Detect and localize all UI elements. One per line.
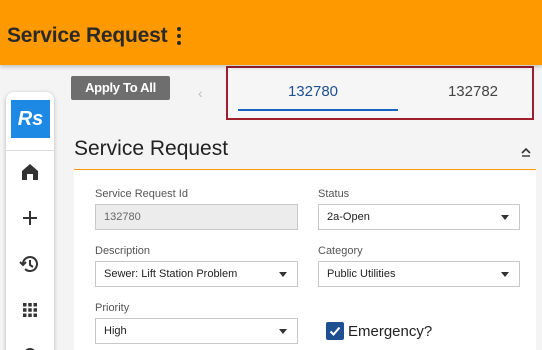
sr-id-field: 132780	[95, 204, 298, 230]
category-select[interactable]: Public Utilities	[318, 261, 520, 287]
emergency-checkbox[interactable]	[326, 322, 344, 340]
section-divider	[74, 169, 536, 170]
side-nav: Rs	[6, 92, 54, 350]
chevron-down-icon	[501, 272, 509, 277]
description-value: Sewer: Lift Station Problem	[104, 268, 238, 280]
sr-id-label: Service Request Id	[95, 188, 188, 200]
collapse-icon[interactable]	[520, 144, 532, 157]
section-title: Service Request	[74, 137, 229, 160]
kebab-menu-icon[interactable]	[170, 25, 188, 47]
tab-132780[interactable]: 132780	[238, 83, 388, 100]
description-label: Description	[95, 245, 151, 257]
category-value: Public Utilities	[327, 268, 396, 280]
apps-grid-icon[interactable]	[18, 298, 42, 322]
app-header: Service Request	[0, 0, 542, 65]
history-icon[interactable]	[18, 252, 42, 276]
status-select[interactable]: 2a-Open	[318, 204, 520, 230]
gear-icon[interactable]	[18, 342, 42, 350]
active-tab-indicator	[238, 109, 398, 111]
app-logo[interactable]: Rs	[11, 100, 50, 138]
status-label: Status	[318, 188, 350, 200]
priority-value: High	[104, 325, 127, 337]
apply-to-all-button[interactable]: Apply To All	[71, 76, 170, 100]
tab-132782[interactable]: 132782	[398, 83, 542, 100]
checkmark-icon	[329, 326, 341, 336]
record-tabs: 132780 132782	[226, 66, 534, 120]
status-value: 2a-Open	[327, 211, 370, 223]
emergency-label[interactable]: Emergency?	[348, 323, 432, 340]
category-label: Category	[318, 245, 363, 257]
page-title: Service Request	[7, 24, 168, 47]
plus-icon[interactable]	[18, 206, 42, 230]
description-select[interactable]: Sewer: Lift Station Problem	[95, 261, 298, 287]
chevron-down-icon	[279, 329, 287, 334]
priority-select[interactable]: High	[95, 318, 298, 344]
home-icon[interactable]	[18, 160, 42, 184]
chevron-down-icon	[501, 215, 509, 220]
chevron-left-icon[interactable]: ‹	[198, 85, 203, 101]
chevron-down-icon	[279, 272, 287, 277]
divider	[6, 150, 54, 151]
priority-label: Priority	[95, 302, 130, 314]
